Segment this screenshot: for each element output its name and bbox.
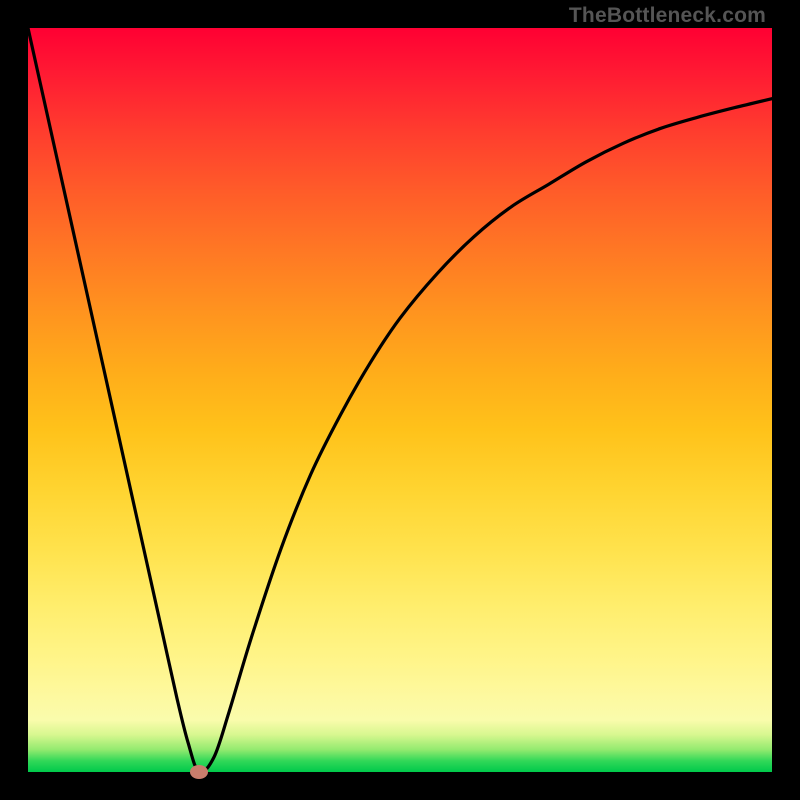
chart-frame [28,28,772,772]
chart-curve-svg [28,28,772,772]
bottleneck-curve-path [28,28,772,772]
minimum-marker-dot [190,765,208,779]
watermark-text: TheBottleneck.com [569,4,766,28]
